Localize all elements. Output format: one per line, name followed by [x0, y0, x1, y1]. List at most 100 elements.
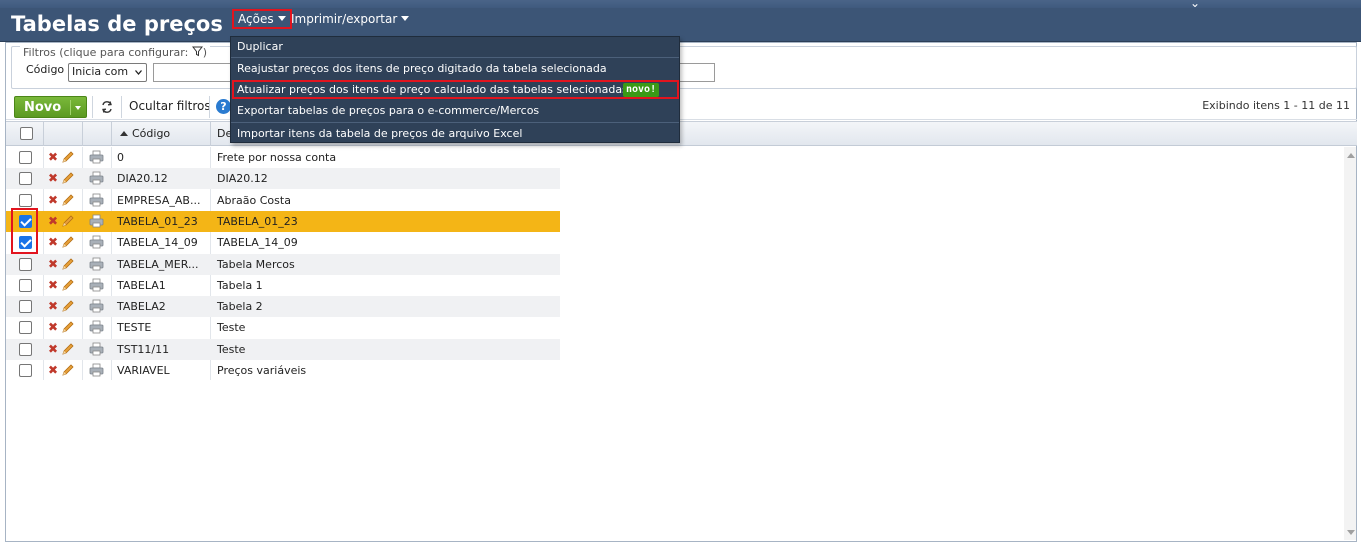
- printer-icon[interactable]: [89, 299, 104, 313]
- row-checkbox[interactable]: [19, 151, 32, 164]
- new-button[interactable]: Novo: [14, 96, 87, 118]
- filters-legend-text: Filtros (clique para configurar:: [23, 46, 189, 59]
- vertical-scrollbar[interactable]: [1344, 147, 1356, 540]
- row-code: VARIAVEL: [117, 364, 170, 377]
- printer-icon[interactable]: [89, 257, 104, 271]
- filter-operator-value: Inicia com: [72, 65, 129, 78]
- delete-icon[interactable]: ✖: [48, 193, 58, 207]
- delete-icon[interactable]: ✖: [48, 214, 58, 228]
- filters-legend[interactable]: Filtros (clique para configurar: ): [20, 46, 211, 59]
- refresh-icon[interactable]: [100, 100, 114, 114]
- printer-icon[interactable]: [89, 363, 104, 377]
- table-row[interactable]: ✖ TABELA2 Tabela 2: [6, 296, 560, 318]
- printer-icon[interactable]: [89, 278, 104, 292]
- caret-down-icon[interactable]: [75, 106, 81, 110]
- menu-item-label: Reajustar preços dos itens de preço digi…: [237, 62, 607, 75]
- delete-icon[interactable]: ✖: [48, 278, 58, 292]
- edit-pencil-icon[interactable]: [61, 193, 75, 207]
- row-checkbox[interactable]: [19, 300, 32, 314]
- edit-pencil-icon[interactable]: [61, 299, 75, 313]
- delete-icon[interactable]: ✖: [48, 342, 58, 356]
- table-row[interactable]: ✖ TABELA_MER... Tabela Mercos: [6, 253, 560, 275]
- caret-down-icon: [401, 16, 410, 21]
- page-title: Tabelas de preços: [11, 12, 223, 36]
- table-row[interactable]: ✖ EMPRESA_AB... Abraão Costa: [6, 190, 560, 211]
- printer-icon[interactable]: [89, 193, 104, 207]
- row-checkbox[interactable]: [19, 193, 32, 207]
- actions-menu-button[interactable]: Ações: [232, 9, 292, 29]
- filter-value-input-2[interactable]: [678, 63, 715, 82]
- print-export-menu-button[interactable]: Imprimir/exportar: [291, 12, 410, 26]
- filter-funnel-icon: [191, 46, 203, 57]
- printer-icon[interactable]: [89, 235, 104, 249]
- menu-item-adjust-prices[interactable]: Reajustar preços dos itens de preço digi…: [231, 59, 679, 79]
- printer-icon[interactable]: [89, 150, 104, 164]
- scroll-down-arrow-icon[interactable]: [1347, 530, 1355, 535]
- table-row[interactable]: ✖ TABELA1 Tabela 1: [6, 275, 560, 296]
- edit-pencil-icon[interactable]: [61, 278, 75, 292]
- table-row[interactable]: ✖ TST11/11 Teste: [6, 338, 560, 360]
- column-header-code[interactable]: Código: [120, 127, 170, 140]
- printer-icon[interactable]: [89, 320, 104, 334]
- menu-separator: [231, 122, 679, 123]
- filter-operator-select[interactable]: Inicia com: [68, 63, 147, 82]
- grid-header: [6, 121, 1357, 146]
- window-top-strip: [0, 0, 1361, 8]
- table-row[interactable]: ✖ TABELA_14_09 TABELA_14_09: [6, 232, 560, 253]
- row-description: Teste: [217, 321, 246, 335]
- toolbar-divider: [92, 96, 93, 118]
- row-description: Tabela Mercos: [217, 257, 295, 271]
- edit-pencil-icon[interactable]: [61, 363, 75, 377]
- delete-icon[interactable]: ✖: [48, 257, 58, 271]
- row-description: TABELA_01_23: [217, 214, 298, 228]
- printer-icon[interactable]: [89, 342, 104, 356]
- row-description: Frete por nossa conta: [217, 151, 337, 164]
- delete-icon[interactable]: ✖: [48, 150, 58, 164]
- delete-icon[interactable]: ✖: [48, 320, 58, 334]
- row-checkbox[interactable]: [19, 321, 32, 335]
- row-checkbox[interactable]: [19, 257, 32, 271]
- item-count-label: Exibindo itens 1 - 11 de 11: [1202, 99, 1350, 112]
- edit-pencil-icon[interactable]: [61, 214, 75, 228]
- help-icon[interactable]: ?: [216, 99, 231, 114]
- edit-pencil-icon[interactable]: [61, 257, 75, 271]
- column-header-code-label: Código: [132, 127, 171, 140]
- edit-pencil-icon[interactable]: [61, 150, 75, 164]
- select-all-checkbox[interactable]: [20, 127, 33, 140]
- row-code: TABELA_01_23: [117, 214, 198, 228]
- printer-icon[interactable]: [89, 214, 104, 228]
- table-row[interactable]: ✖ TESTE Teste: [6, 317, 560, 338]
- caret-down-icon: [277, 16, 286, 21]
- menu-item-highlight-frame: [232, 80, 679, 99]
- edit-pencil-icon[interactable]: [61, 235, 75, 249]
- menu-item-export-ecommerce[interactable]: Exportar tabelas de preços para o e-comm…: [231, 101, 679, 121]
- filter-value-input[interactable]: [153, 63, 235, 82]
- row-code: TST11/11: [117, 342, 170, 356]
- filter-field-label: Código: [26, 63, 65, 76]
- table-row[interactable]: ✖ VARIAVEL Preços variáveis: [6, 360, 560, 381]
- row-code: TESTE: [117, 321, 152, 335]
- hide-filters-button[interactable]: Ocultar filtros: [129, 99, 211, 113]
- header-divider: [210, 121, 211, 146]
- table-row[interactable]: ✖ 0 Frete por nossa conta: [6, 147, 560, 168]
- delete-icon[interactable]: ✖: [48, 235, 58, 249]
- delete-icon[interactable]: ✖: [48, 363, 58, 377]
- row-code: EMPRESA_AB...: [117, 193, 201, 207]
- menu-item-duplicate[interactable]: Duplicar: [231, 37, 679, 56]
- scroll-up-arrow-icon[interactable]: [1347, 153, 1355, 158]
- edit-pencil-icon[interactable]: [61, 342, 75, 356]
- delete-icon[interactable]: ✖: [48, 171, 58, 185]
- table-row[interactable]: ✖ DIA20.12 DIA20.12: [6, 168, 560, 190]
- row-checkbox[interactable]: [19, 364, 32, 377]
- row-checkbox[interactable]: [19, 172, 32, 186]
- delete-icon[interactable]: ✖: [48, 299, 58, 313]
- edit-pencil-icon[interactable]: [61, 171, 75, 185]
- row-checkbox[interactable]: [19, 278, 32, 292]
- edit-pencil-icon[interactable]: [61, 320, 75, 334]
- row-description: DIA20.12: [217, 172, 268, 186]
- table-row[interactable]: ✖ TABELA_01_23 TABELA_01_23: [6, 210, 560, 232]
- menu-item-import-excel[interactable]: Importar itens da tabela de preços de ar…: [231, 124, 679, 143]
- printer-icon[interactable]: [89, 171, 104, 185]
- row-checkbox[interactable]: [19, 342, 32, 356]
- chevron-down-icon: ⌄: [1190, 0, 1201, 10]
